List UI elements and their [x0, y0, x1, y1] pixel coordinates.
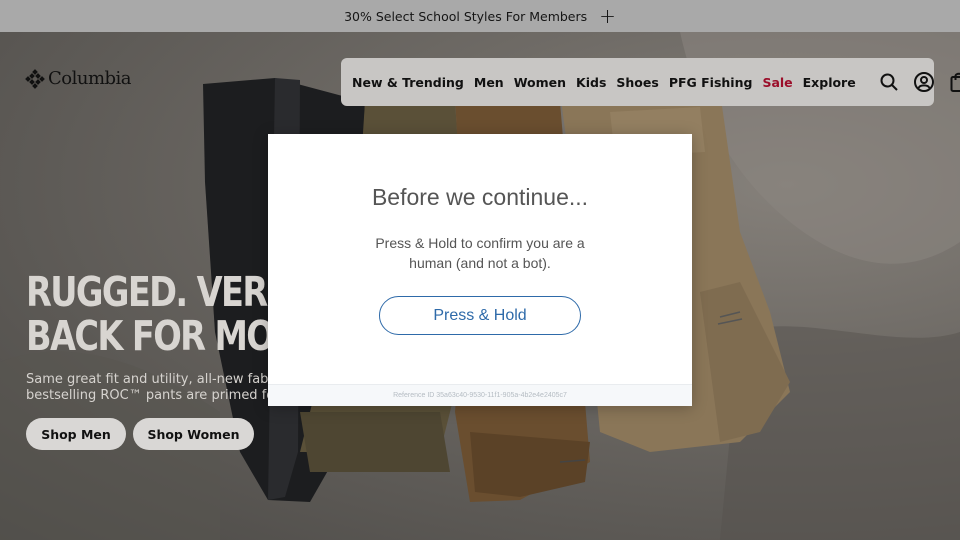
nav-item-pfg-fishing[interactable]: PFG Fishing — [669, 75, 753, 90]
nav-item-kids[interactable]: Kids — [576, 75, 606, 90]
modal-title: Before we continue... — [371, 184, 589, 210]
search-icon[interactable] — [878, 71, 900, 93]
bag-icon[interactable] — [948, 71, 960, 93]
nav-icon-group — [878, 71, 960, 93]
promo-bar[interactable]: 30% Select School Styles For Members + — [0, 0, 960, 32]
brand-name: Columbia — [48, 68, 132, 89]
brand-logo[interactable]: Columbia — [25, 68, 132, 89]
hero-subtext-line2: bestselling ROC™ pants are primed fo — [26, 388, 275, 403]
nav-item-men[interactable]: Men — [474, 75, 504, 90]
nav-item-new-trending[interactable]: New & Trending — [352, 75, 464, 90]
promo-text[interactable]: 30% Select School Styles For Members — [344, 9, 587, 24]
press-and-hold-button[interactable]: Press & Hold — [379, 296, 581, 335]
hero-subtext: Same great fit and utility, all-new fabr… — [26, 372, 274, 404]
nav-item-women[interactable]: Women — [514, 75, 566, 90]
shop-women-button[interactable]: Shop Women — [133, 418, 254, 450]
main-nav: New & Trending Men Women Kids Shoes PFG … — [341, 58, 960, 106]
account-icon[interactable] — [913, 71, 935, 93]
nav-item-explore[interactable]: Explore — [803, 75, 856, 90]
bot-check-modal: Before we continue... Press & Hold to co… — [268, 134, 692, 406]
nav-item-sale[interactable]: Sale — [762, 75, 792, 90]
hero-subtext-line1: Same great fit and utility, all-new fabr — [26, 372, 274, 387]
plus-icon[interactable]: + — [599, 6, 616, 26]
modal-description: Press & Hold to confirm you are a human … — [375, 235, 585, 271]
modal-reference-id: Reference ID 35a63c40-9530-11f1-905a-4b2… — [268, 384, 692, 406]
columbia-diamond-logo — [25, 68, 45, 89]
nav-item-shoes[interactable]: Shoes — [616, 75, 658, 90]
shop-men-button[interactable]: Shop Men — [26, 418, 126, 450]
